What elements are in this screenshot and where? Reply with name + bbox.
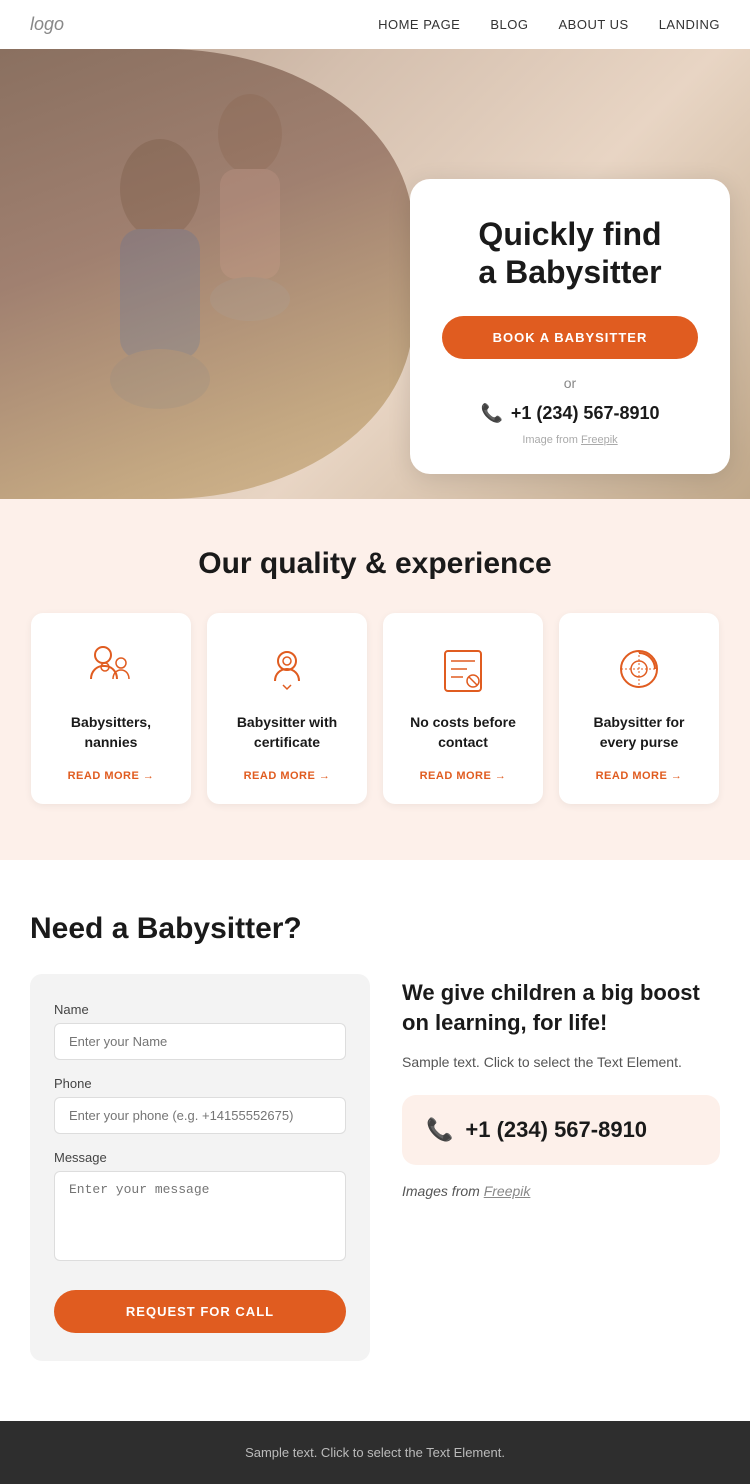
hero-phone-number: +1 (234) 567-8910 [511, 403, 660, 424]
contact-right-text: Sample text. Click to select the Text El… [402, 1052, 720, 1073]
no-costs-icon [435, 641, 491, 697]
freepik-link[interactable]: Freepik [581, 434, 618, 446]
phone-label: Phone [54, 1076, 346, 1091]
footer: Sample text. Click to select the Text El… [0, 1421, 750, 1484]
main-nav: HOME PAGE BLOG ABOUT US LANDING [378, 17, 720, 32]
hero-card: Quickly find a Babysitter BOOK A BABYSIT… [410, 179, 730, 474]
nav-landing[interactable]: LANDING [659, 17, 720, 32]
hero-or-text: or [442, 375, 698, 391]
quality-heading: Our quality & experience [30, 547, 720, 581]
nav-home[interactable]: HOME PAGE [378, 17, 460, 32]
quality-section: Our quality & experience Babysitters, na… [0, 499, 750, 860]
quality-card-1: Babysitters, nannies READ MORE → [31, 613, 191, 804]
contact-right: We give children a big boost on learning… [402, 974, 720, 1223]
quality-cards: Babysitters, nannies READ MORE → Babysit… [30, 613, 720, 804]
name-group: Name [54, 1002, 346, 1060]
hero-section: Quickly find a Babysitter BOOK A BABYSIT… [0, 49, 750, 499]
contact-right-heading: We give children a big boost on learning… [402, 978, 720, 1037]
certificate-icon [259, 641, 315, 697]
contact-layout: Name Phone Message REQUEST FOR CALL We g… [30, 974, 720, 1361]
card-4-title: Babysitter for every purse [575, 713, 703, 752]
images-credit: Images from Freepik [402, 1181, 720, 1202]
card-2-title: Babysitter with certificate [223, 713, 351, 752]
name-label: Name [54, 1002, 346, 1017]
card-2-read-more[interactable]: READ MORE → [244, 770, 331, 782]
contact-heading: Need a Babysitter? [30, 912, 720, 946]
card-1-title: Babysitters, nannies [47, 713, 175, 752]
contact-form-wrap: Name Phone Message REQUEST FOR CALL [30, 974, 370, 1361]
contact-section: Need a Babysitter? Name Phone Message RE… [0, 860, 750, 1421]
phone-icon: 📞 [480, 403, 502, 424]
hero-image-credit: Image from Freepik [442, 434, 698, 446]
card-1-read-more[interactable]: READ MORE → [68, 770, 155, 782]
name-input[interactable] [54, 1023, 346, 1060]
contact-phone-box: 📞 +1 (234) 567-8910 [402, 1095, 720, 1165]
message-label: Message [54, 1150, 346, 1165]
card-3-title: No costs before contact [399, 713, 527, 752]
contact-phone-number: +1 (234) 567-8910 [465, 1117, 647, 1143]
phone-box-icon: 📞 [426, 1117, 453, 1143]
message-group: Message [54, 1150, 346, 1266]
quality-card-3: No costs before contact READ MORE → [383, 613, 543, 804]
book-babysitter-button[interactable]: BOOK A BABYSITTER [442, 316, 698, 359]
quality-card-4: Babysitter for every purse READ MORE → [559, 613, 719, 804]
phone-group: Phone [54, 1076, 346, 1134]
nav-about[interactable]: ABOUT US [558, 17, 628, 32]
quality-card-2: Babysitter with certificate READ MORE → [207, 613, 367, 804]
every-purse-icon [611, 641, 667, 697]
freepik-images-link[interactable]: Freepik [484, 1183, 531, 1199]
hero-image-decoration2 [180, 79, 320, 359]
card-3-read-more[interactable]: READ MORE → [420, 770, 507, 782]
babysitter-nannies-icon [83, 641, 139, 697]
card-4-read-more[interactable]: READ MORE → [596, 770, 683, 782]
footer-text: Sample text. Click to select the Text El… [245, 1445, 505, 1460]
hero-phone: 📞 +1 (234) 567-8910 [442, 403, 698, 424]
hero-title: Quickly find a Babysitter [442, 215, 698, 292]
nav-blog[interactable]: BLOG [490, 17, 528, 32]
phone-input[interactable] [54, 1097, 346, 1134]
message-input[interactable] [54, 1171, 346, 1261]
logo: logo [30, 14, 64, 35]
